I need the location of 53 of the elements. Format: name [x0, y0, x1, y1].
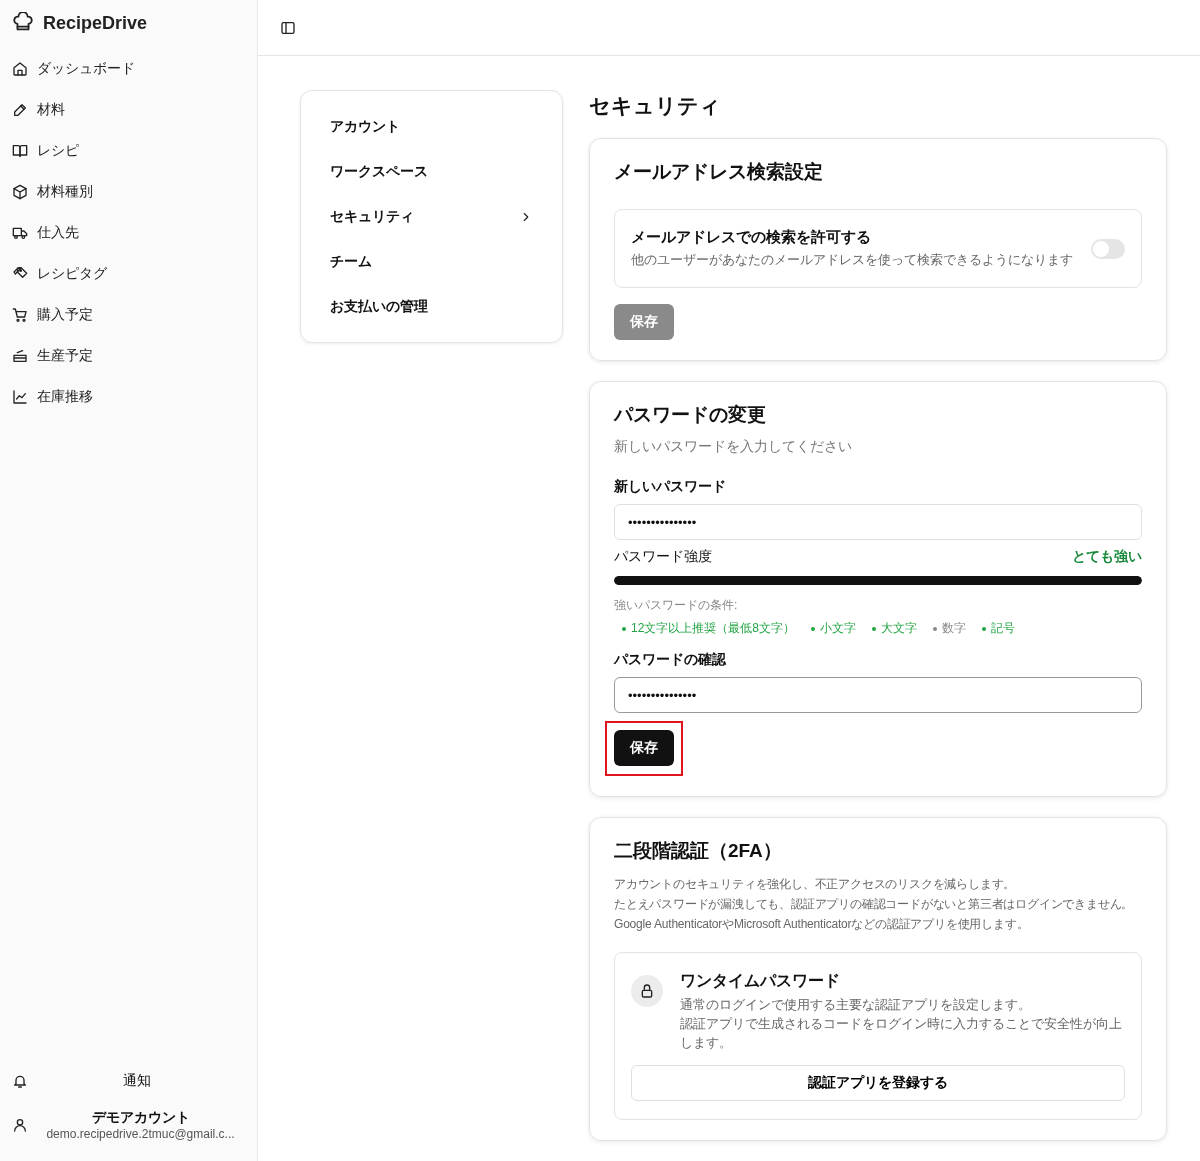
pot-icon [12, 347, 28, 364]
settings-menu-item[interactable]: アカウント [317, 104, 546, 149]
sidebar-item[interactable]: 在庫推移 [0, 376, 257, 417]
app-name: RecipeDrive [43, 12, 148, 34]
method-title: ワンタイムパスワード [680, 971, 841, 991]
sidebar-toggle-icon[interactable] [280, 19, 296, 36]
settings-menu-item[interactable]: お支払いの管理 [317, 284, 546, 329]
lock-icon [631, 975, 663, 1007]
sidebar-item[interactable]: 仕入先 [0, 212, 257, 253]
sidebar-item[interactable]: レシピタグ [0, 253, 257, 294]
cart-icon [12, 306, 28, 323]
book-icon [12, 142, 28, 159]
sidebar-item[interactable]: 生産予定 [0, 335, 257, 376]
field-label: パスワードの確認 [614, 651, 727, 669]
sidebar-item[interactable]: 購入予定 [0, 294, 257, 335]
requirement-item: 記号 [982, 620, 1016, 637]
sidebar-item[interactable]: 材料種別 [0, 171, 257, 212]
option-label: メールアドレスでの検索を許可する [631, 228, 872, 247]
settings-menu-item[interactable]: ワークスペース [317, 149, 546, 194]
field-label: 新しいパスワード [614, 478, 727, 496]
requirements-title: 強いパスワードの条件: [614, 597, 739, 614]
page-title: セキュリティ [589, 93, 722, 119]
sidebar-item[interactable]: 材料 [0, 89, 257, 130]
toggle-switch[interactable] [1091, 238, 1125, 259]
password-field[interactable]: ••••••••••••••• [614, 677, 1142, 713]
register-app-button[interactable]: 認証アプリを登録する [631, 1065, 1125, 1101]
user-icon [12, 1117, 28, 1133]
requirement-item: 小文字 [811, 620, 857, 637]
method-description: 通常のログインで使用する主要な認証アプリを設定します。 認証アプリで生成されるコードをログイン時に入力することで安全性が向上します。 [680, 997, 1123, 1052]
home-icon [12, 60, 28, 77]
sidebar-item[interactable]: レシピ [0, 130, 257, 171]
option-description: 他のユーザーがあなたのメールアドレスを使って検索できるようになります [631, 251, 1073, 269]
bell-icon[interactable] [12, 1073, 28, 1089]
settings-menu-item[interactable]: チーム [317, 239, 546, 284]
notifications-label[interactable]: 通知 [28, 1072, 245, 1090]
chart-icon [12, 388, 28, 405]
password-field[interactable]: ••••••••••••••• [614, 504, 1142, 540]
requirement-item: 数字 [933, 620, 967, 637]
account-email: demo.recipedrive.2tmuc@gmail.c... [46, 1127, 235, 1141]
strength-value: とても強い [1072, 548, 1142, 566]
pen-icon [12, 101, 28, 118]
card-subtitle: 新しいパスワードを入力してください [614, 438, 853, 456]
sidebar-item[interactable]: ダッシュボード [0, 48, 257, 89]
strength-label: パスワード強度 [614, 548, 712, 566]
box-icon [12, 183, 28, 200]
requirement-item: 12文字以上推奨（最低8文字） [622, 620, 796, 637]
requirement-item: 大文字 [872, 620, 918, 637]
card-title: メールアドレス検索設定 [614, 160, 824, 184]
card-description: アカウントのセキュリティを強化し、不正アクセスのリスクを減らします。 たとえパスワードが漏洩しても、認証アプリの確認コードがないと第三者はログインできません。 Google AuthenticatorやMicrosoft Authenticatorなどの認証アプリを使用します。 [614, 876, 1135, 933]
card-title: パスワードの変更 [614, 403, 767, 427]
save-button[interactable]: 保存 [614, 730, 674, 766]
account-name[interactable]: デモアカウント [91, 1109, 190, 1127]
card-title: 二段階認証（2FA） [614, 839, 783, 863]
